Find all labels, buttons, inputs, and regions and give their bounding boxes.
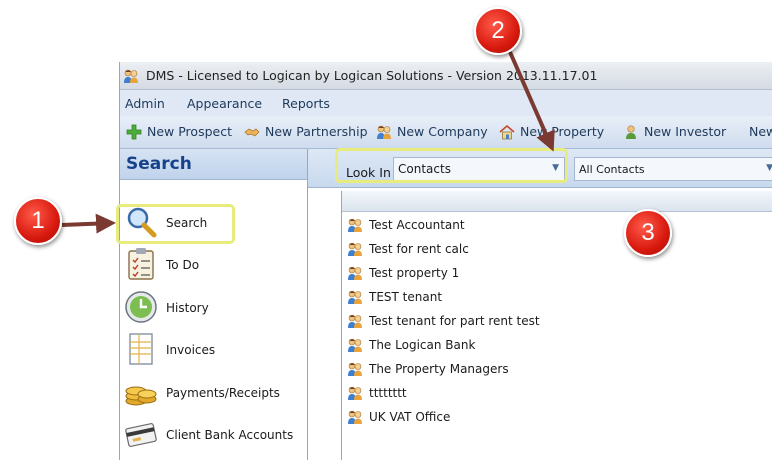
callout-2-arrow [508, 51, 555, 152]
callout-badge-2: 2 [474, 7, 522, 55]
callout-badge-3: 3 [624, 209, 672, 257]
callout-1-arrow [61, 213, 116, 234]
callout-badge-1: 1 [14, 197, 62, 245]
